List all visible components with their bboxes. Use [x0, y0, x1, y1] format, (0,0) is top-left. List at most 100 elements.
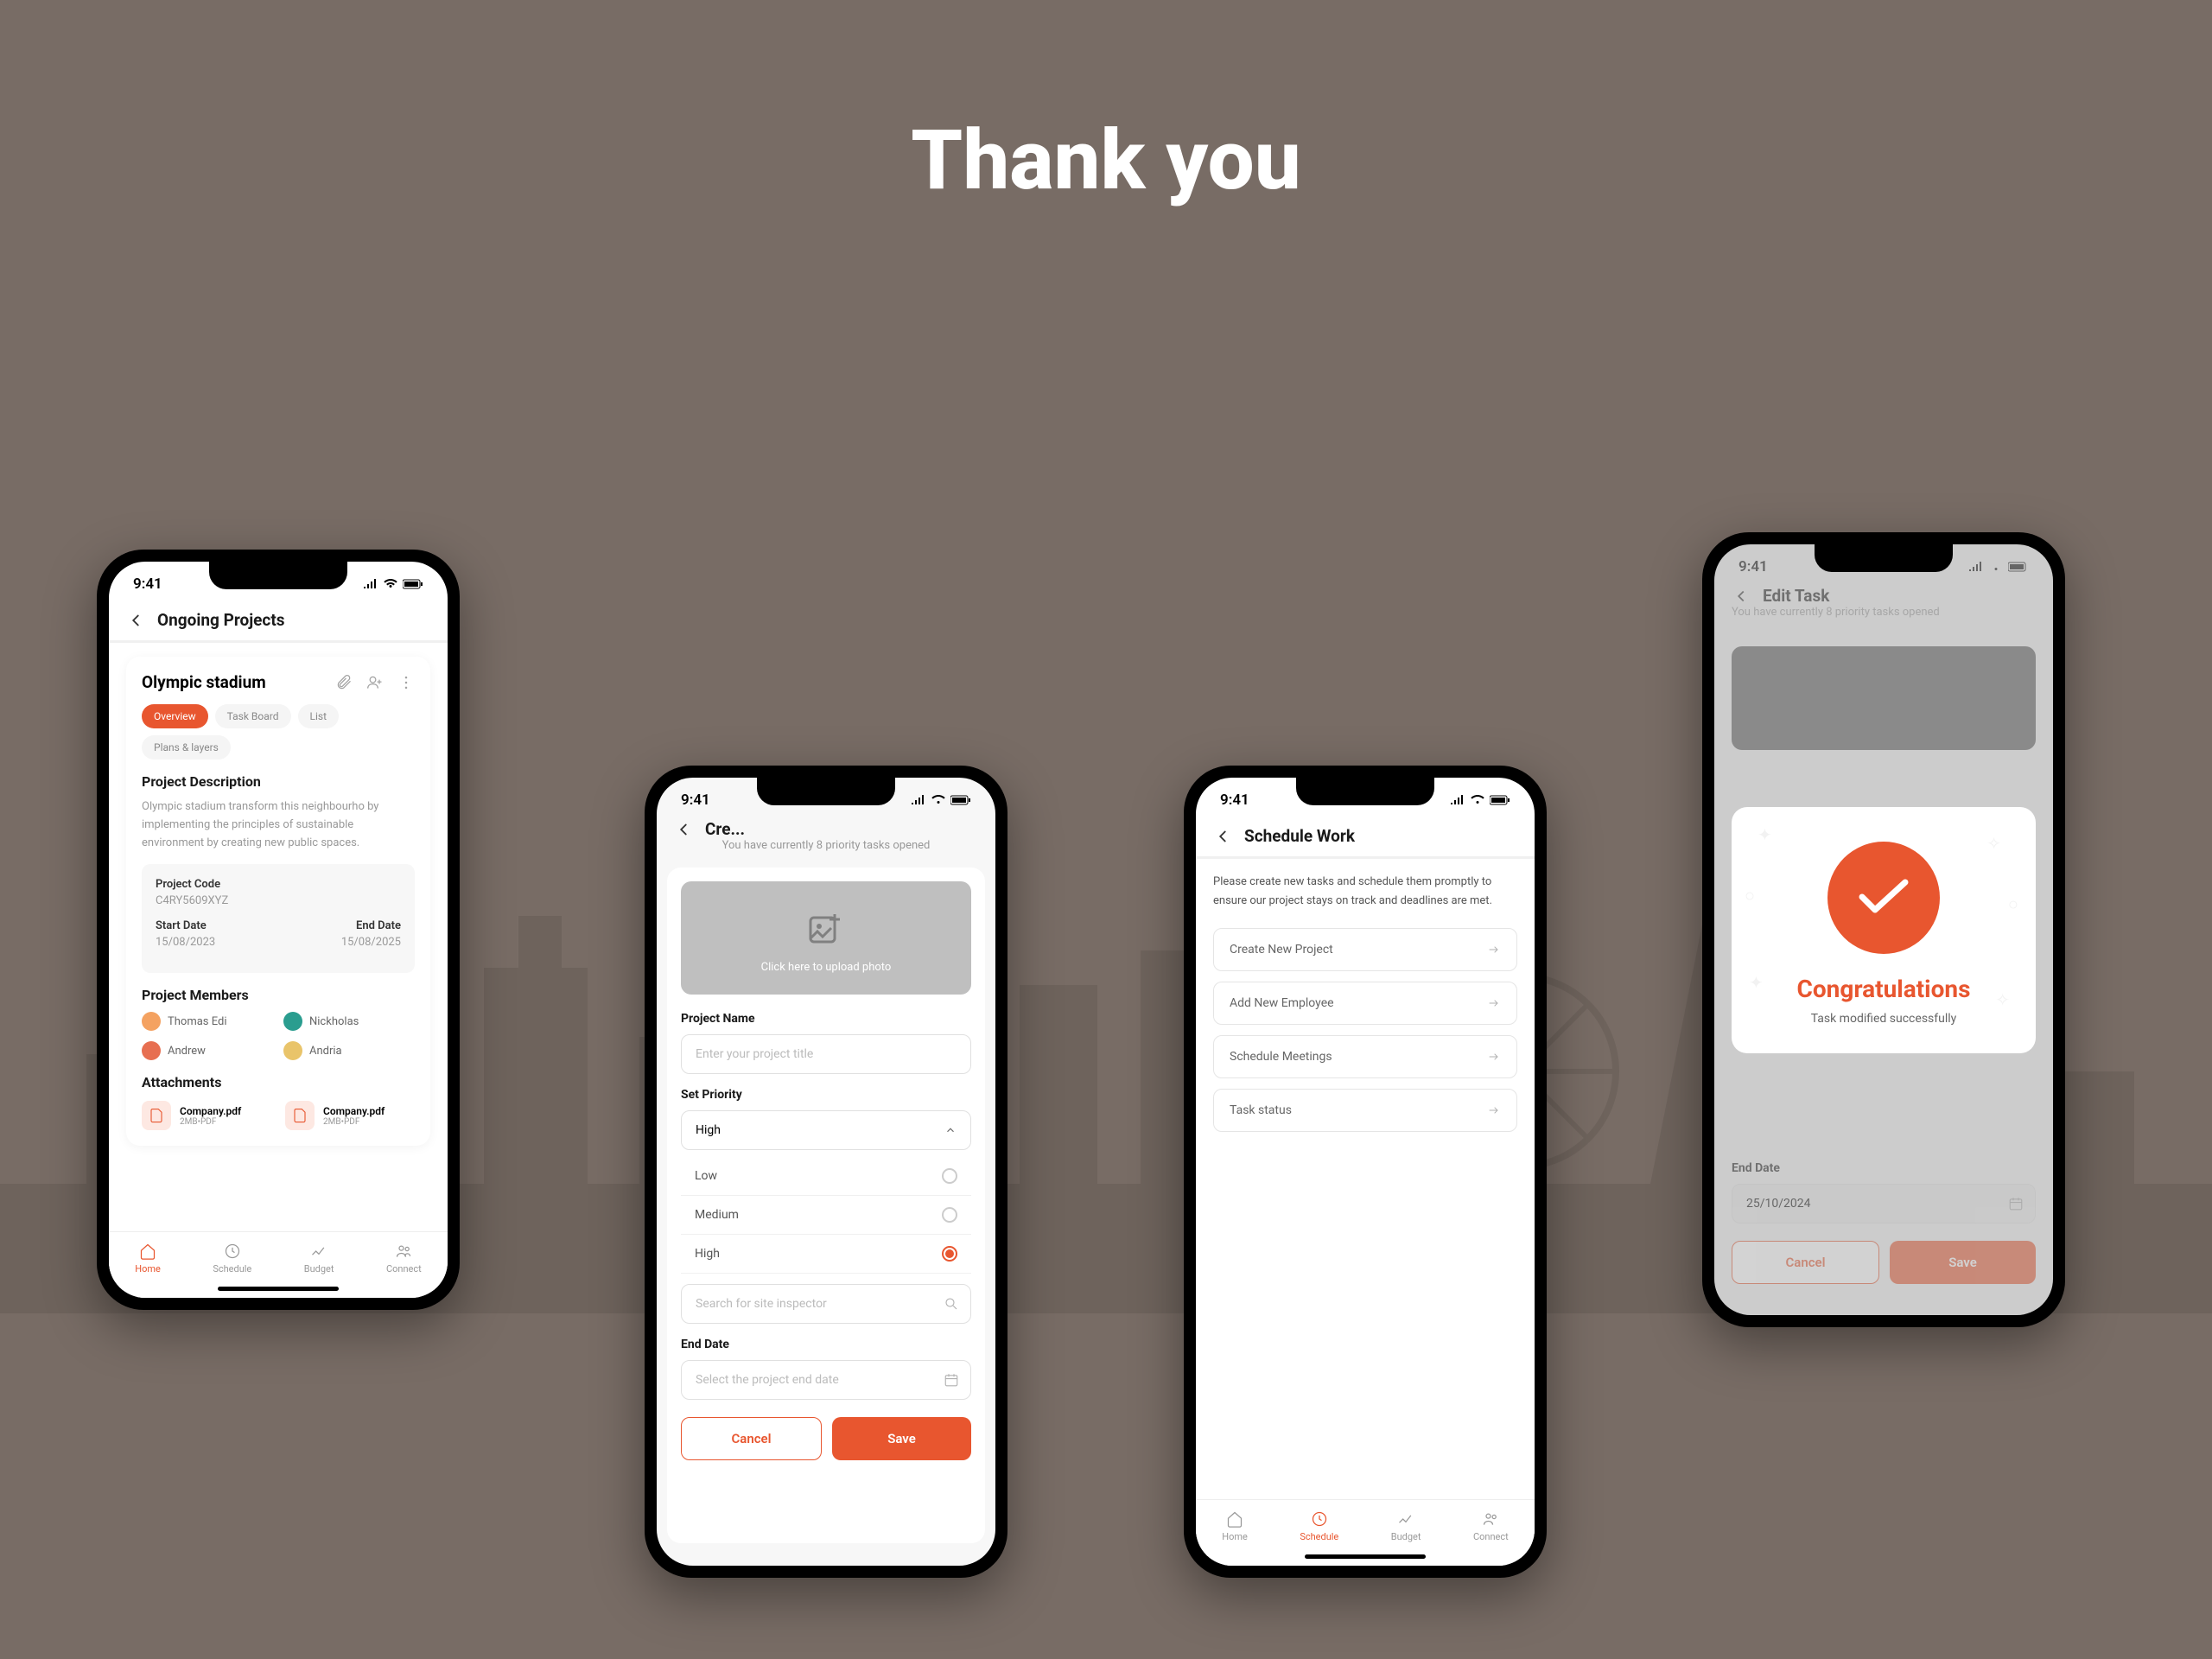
project-name-input[interactable]	[681, 1034, 971, 1074]
upload-text: Click here to upload photo	[698, 961, 954, 974]
tab-plans[interactable]: Plans & layers	[142, 735, 231, 760]
notch	[1815, 544, 1953, 572]
back-icon[interactable]	[126, 611, 145, 630]
battery-icon	[1490, 795, 1510, 805]
clock-icon	[224, 1243, 241, 1260]
nav-schedule[interactable]: Schedule	[1300, 1510, 1338, 1542]
cancel-button[interactable]: Cancel	[681, 1417, 822, 1460]
page-title: Thank you	[911, 112, 1300, 209]
action-schedule-meetings[interactable]: Schedule Meetings	[1213, 1035, 1517, 1078]
nav-label: Connect	[386, 1263, 422, 1274]
nav-budget[interactable]: Budget	[1391, 1510, 1421, 1542]
nav-label: Budget	[304, 1263, 334, 1274]
nav-label: Schedule	[213, 1263, 251, 1274]
desc-text: Olympic stadium transform this neighbour…	[142, 798, 415, 852]
enddate-input[interactable]	[681, 1360, 971, 1400]
sparkle-icon: ✧	[1995, 989, 2010, 1010]
nav-connect[interactable]: Connect	[386, 1243, 422, 1274]
arrow-right-icon	[1487, 943, 1501, 957]
home-indicator[interactable]	[218, 1287, 339, 1291]
header-title: Ongoing Projects	[157, 610, 285, 630]
back-icon[interactable]	[1213, 827, 1232, 846]
nav-connect[interactable]: Connect	[1473, 1510, 1509, 1542]
priority-option-medium[interactable]: Medium	[681, 1196, 971, 1235]
arrow-right-icon	[1487, 1103, 1501, 1117]
option-label: High	[695, 1247, 720, 1261]
battery-icon	[403, 579, 423, 589]
wifi-icon	[931, 795, 945, 805]
arrow-right-icon	[1487, 1050, 1501, 1064]
congrats-title: Congratulations	[1758, 975, 2010, 1003]
code-value: C4RY5609XYZ	[156, 894, 401, 907]
action-add-employee[interactable]: Add New Employee	[1213, 982, 1517, 1025]
calendar-icon	[944, 1372, 959, 1388]
attachment-name: Company.pdf	[180, 1105, 241, 1117]
attachment-icon[interactable]	[335, 674, 353, 691]
member-item[interactable]: Andrew	[142, 1041, 273, 1060]
home-icon	[1226, 1510, 1243, 1528]
back-icon[interactable]	[674, 820, 693, 839]
success-message: Task modified successfully	[1758, 1012, 2010, 1026]
notch	[757, 778, 895, 805]
users-icon	[1482, 1510, 1499, 1528]
success-modal: ✦ ✧ ✦ ✧ ○ ○ Congratulations Task modifie…	[1732, 807, 2036, 1053]
status-time: 9:41	[681, 791, 710, 809]
attachments-title: Attachments	[142, 1074, 415, 1090]
attachment-item[interactable]: Company.pdf2MB•PDF	[285, 1101, 415, 1130]
member-item[interactable]: Thomas Edi	[142, 1012, 273, 1031]
nav-budget[interactable]: Budget	[304, 1243, 334, 1274]
attachment-meta: 2MB•PDF	[180, 1117, 241, 1127]
tab-task-board[interactable]: Task Board	[215, 704, 291, 728]
enddate-label: End Date	[681, 1338, 971, 1351]
nav-home[interactable]: Home	[1222, 1510, 1248, 1542]
status-time: 9:41	[133, 575, 162, 593]
search-inspector-input[interactable]	[681, 1284, 971, 1324]
member-name: Andrew	[168, 1045, 206, 1058]
more-icon[interactable]	[397, 674, 415, 691]
nav-label: Schedule	[1300, 1531, 1338, 1542]
priority-option-low[interactable]: Low	[681, 1157, 971, 1196]
start-label: Start Date	[156, 919, 278, 932]
start-value: 15/08/2023	[156, 936, 278, 949]
tab-list[interactable]: List	[298, 704, 340, 728]
tab-overview[interactable]: Overview	[142, 704, 208, 728]
action-task-status[interactable]: Task status	[1213, 1089, 1517, 1132]
pdf-icon	[285, 1101, 315, 1130]
header-title: Schedule Work	[1244, 826, 1355, 846]
sparkle-icon: ○	[2008, 893, 2018, 915]
project-name-label: Project Name	[681, 1012, 971, 1026]
sparkle-icon: ✧	[1986, 833, 2001, 854]
phone-edit-task: 9:41 Edit Task You have currently 8 prio…	[1702, 532, 2065, 1327]
avatar	[283, 1041, 302, 1060]
check-icon	[1858, 878, 1910, 917]
signal-icon	[363, 579, 378, 589]
wifi-icon	[1471, 795, 1484, 805]
chevron-up-icon	[944, 1124, 957, 1136]
action-create-project[interactable]: Create New Project	[1213, 928, 1517, 971]
save-button[interactable]: Save	[832, 1417, 971, 1460]
home-indicator[interactable]	[1305, 1554, 1426, 1559]
nav-schedule[interactable]: Schedule	[213, 1243, 251, 1274]
priority-label: Set Priority	[681, 1088, 971, 1102]
attachment-name: Company.pdf	[323, 1105, 385, 1117]
sparkle-icon: ✦	[1749, 972, 1764, 993]
priority-option-high[interactable]: High	[681, 1235, 971, 1274]
priority-dropdown[interactable]: High	[681, 1110, 971, 1150]
upload-photo[interactable]: Click here to upload photo	[681, 881, 971, 995]
search-icon	[944, 1296, 959, 1312]
option-label: Medium	[695, 1208, 739, 1222]
desc-title: Project Description	[142, 773, 415, 790]
sparkle-icon: ✦	[1758, 824, 1772, 845]
nav-home[interactable]: Home	[135, 1243, 161, 1274]
clock-icon	[1311, 1510, 1328, 1528]
success-circle	[1827, 842, 1940, 954]
member-item[interactable]: Andria	[283, 1041, 415, 1060]
arrow-right-icon	[1487, 996, 1501, 1010]
attachment-item[interactable]: Company.pdf2MB•PDF	[142, 1101, 271, 1130]
modal-overlay[interactable]: ✦ ✧ ✦ ✧ ○ ○ Congratulations Task modifie…	[1714, 544, 2053, 1315]
image-plus-icon	[805, 909, 847, 950]
member-item[interactable]: Nickholas	[283, 1012, 415, 1031]
radio-icon	[942, 1207, 957, 1223]
add-user-icon[interactable]	[366, 674, 384, 691]
notch	[1296, 778, 1434, 805]
